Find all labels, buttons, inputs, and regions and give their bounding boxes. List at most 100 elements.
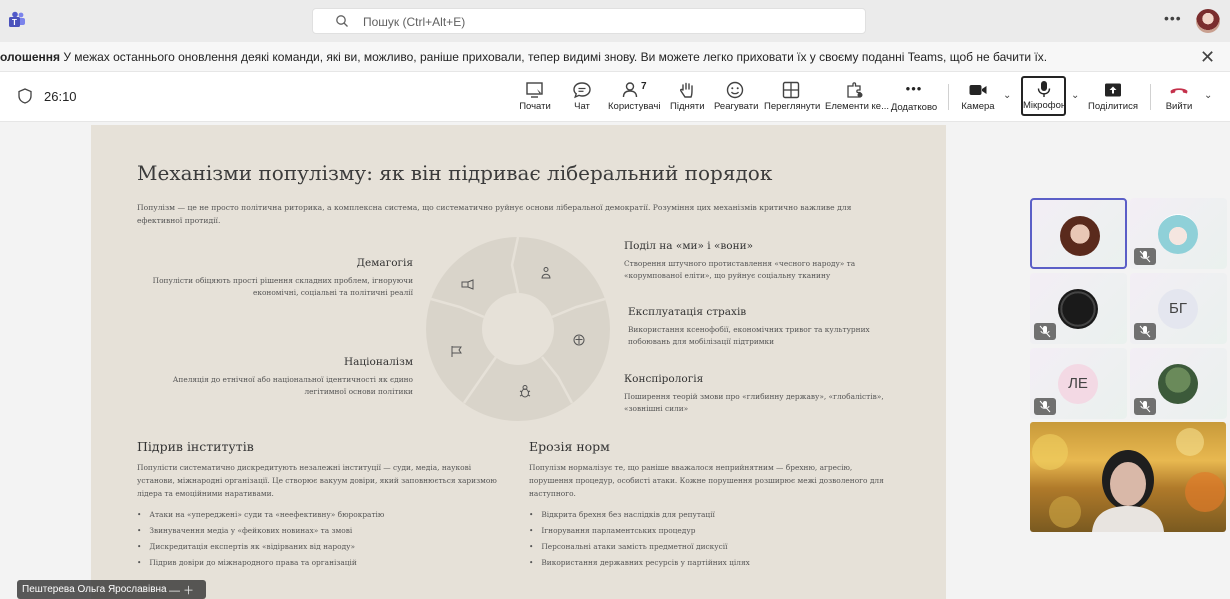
block-nationalism-text: Апеляція до етнічної або національної ід… [172,375,413,396]
institutions-bullet: Підрив довіри до міжнародного права та о… [137,558,356,567]
title-bar: T Пошук (Ctrl+Alt+E) ••• [0,0,1230,42]
more-icon: ••• [905,81,923,96]
self-video[interactable] [1030,422,1226,532]
camera-button[interactable]: Камера [960,78,996,118]
block-conspiracy-text: Поширення теорій змови про «глибинну дер… [624,392,884,413]
participant-avatar [1158,214,1198,254]
block-us-them-text: Створення штучного протиставлення «чесно… [624,259,856,280]
institutions-bullet: Дискредитація експертів як «відірваних в… [137,542,355,551]
emoji-icon [726,81,744,99]
norms-text: Популізм нормалізує те, що раніше вважал… [529,463,884,498]
participant-tile[interactable]: БГ [1130,273,1227,344]
apps-icon [847,82,863,98]
participant-avatar [1158,364,1198,404]
teams-logo-icon[interactable]: T [8,11,26,29]
whiteboard-icon [526,82,543,98]
participant-initials: БГ [1158,289,1198,329]
notification-body: У межах останнього оновлення деякі коман… [60,50,1048,64]
toolbar-divider [948,84,949,110]
slide-title: Механізми популізму: як він підриває ліб… [137,161,773,185]
search-placeholder: Пошук (Ctrl+Alt+E) [363,15,466,29]
notification-bar: олошення У межах останнього оновлення де… [0,42,1230,72]
chat-label: Чат [574,101,590,112]
hang-up-icon [1170,88,1188,94]
close-icon[interactable]: ✕ [1200,47,1215,68]
share-label: Поділитися [1088,101,1138,112]
leave-label: Вийти [1165,101,1193,112]
participant-tile[interactable] [1030,273,1127,344]
muted-mic-icon [1034,398,1056,415]
notification-title: олошення [0,50,60,64]
institutions-bullet: Звинувачення медіа у «фейкових новинах» … [137,526,352,535]
participant-initials: ЛЕ [1058,364,1098,404]
muted-mic-icon [1134,248,1156,265]
hand-icon [679,82,693,98]
meeting-timer: 26:10 [44,89,77,104]
meeting-toolbar: 26:10 Почати Чат 7 Користувачі Підняти Р… [0,72,1230,122]
people-button[interactable]: 7 Користувачі [608,78,660,118]
leave-options-chevron-icon[interactable]: ⌄ [1204,90,1212,101]
people-count: 7 [641,81,647,92]
leave-button[interactable]: Вийти [1162,78,1196,118]
apps-button[interactable]: Елементи ке... [825,78,889,118]
block-nationalism-heading: Націоналізм [343,356,413,368]
mechanisms-diagram [426,236,610,421]
notification-message: олошення У межах останнього оновлення де… [0,50,1047,64]
raise-label: Підняти [670,101,705,112]
microphone-button[interactable]: Мікрофон [1021,76,1066,116]
microphone-label: Мікрофон [1023,100,1067,111]
chat-icon [573,82,591,99]
muted-mic-icon [1134,323,1156,340]
block-fear-heading: Експлуатація страхів [628,306,747,318]
mic-options-chevron-icon[interactable]: ⌄ [1071,90,1079,101]
block-conspiracy-heading: Конспірологія [624,373,704,385]
block-demagogy-text: Популісти обіцяють прості рішення складн… [152,276,413,297]
start-button[interactable]: Почати [516,78,554,118]
microphone-icon [1037,81,1050,97]
participant-tile[interactable] [1130,198,1227,269]
view-button[interactable]: Переглянути [764,78,821,118]
shield-icon [18,88,32,104]
search-box[interactable]: Пошук (Ctrl+Alt+E) [312,8,866,34]
more-button[interactable]: ••• Додатково [890,78,938,118]
camera-options-chevron-icon[interactable]: ⌄ [1003,90,1011,101]
norms-bullet: Використання державних ресурсів у партій… [529,558,749,567]
participant-tile[interactable]: ЛЕ [1030,348,1127,419]
more-label: Додатково [890,102,938,113]
block-fear-text: Використання ксенофобії, економічних три… [628,325,870,346]
share-button[interactable]: Поділитися [1088,78,1138,118]
apps-label: Елементи ке... [825,101,889,112]
camera-label: Камера [961,101,995,112]
muted-mic-icon [1134,398,1156,415]
slide-intro: Популізм — це не просто політична ритори… [137,203,852,225]
institutions-heading: Підрив інститутів [137,439,254,454]
presenter-name-bar: Пештерева Ольга Ярославівна — ＋ [17,580,206,599]
participant-tile[interactable] [1130,348,1227,419]
norms-bullet: Відкрита брехня без наслідків для репута… [529,510,715,519]
zoom-controls[interactable]: — ＋ [169,582,194,598]
participant-avatar [1060,216,1100,256]
muted-mic-icon [1034,323,1056,340]
shield-warning-icon [573,334,585,346]
react-label: Реагувати [714,101,759,112]
shared-slide: Механізми популізму: як він підриває ліб… [91,125,946,599]
participant-tile[interactable] [1030,198,1127,269]
react-button[interactable]: Реагувати [714,78,759,118]
camera-icon [969,85,987,95]
chat-button[interactable]: Чат [568,78,596,118]
norms-bullet: Персональні атаки замість предметної дис… [529,542,727,551]
svg-text:T: T [12,18,17,27]
people-label: Користувачі [608,101,661,112]
block-us-them-heading: Поділ на «ми» і «вони» [624,240,754,252]
search-icon [336,15,348,27]
people-icon-wrap: 7 [608,78,660,99]
share-icon [1105,83,1121,97]
more-options-icon[interactable]: ••• [1164,10,1182,26]
norms-heading: Ерозія норм [529,439,610,454]
institutions-text: Популісти систематично дискредитують нез… [137,463,497,498]
raise-hand-button[interactable]: Підняти [670,78,705,118]
user-avatar[interactable] [1196,9,1220,33]
participant-avatar [1058,289,1098,329]
view-label: Переглянути [764,101,821,112]
start-label: Почати [519,101,551,112]
